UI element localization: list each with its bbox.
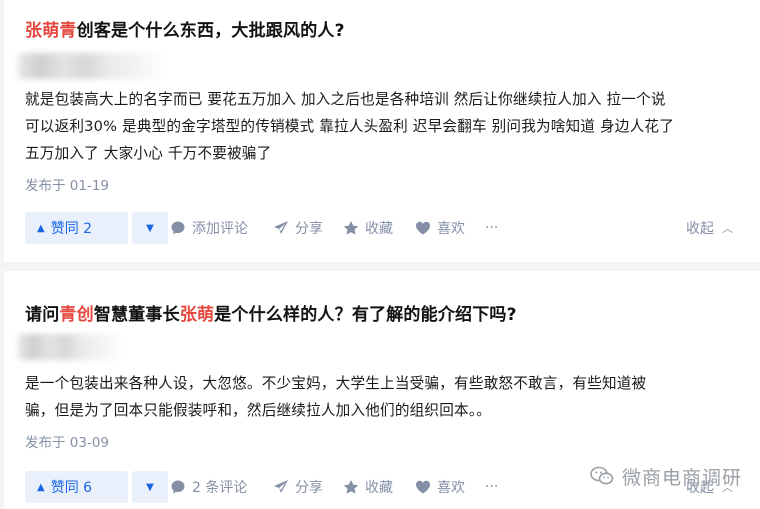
upvote-button[interactable]: ▲ 赞同 2	[25, 212, 128, 244]
content-line: 是一个包装出来各种人设，大忽悠。不少宝妈，大学生上当受骗，有些敢怒不敢言，有些知…	[25, 375, 647, 392]
answer-card: 张萌青创客是个什么东西，大批跟风的人? 就是包装高大上的名字而已 要花五万加入 …	[4, 0, 760, 262]
favorite-label: 收藏	[365, 221, 393, 237]
heart-icon	[415, 479, 431, 495]
like-button[interactable]: 喜欢	[415, 212, 465, 244]
downvote-button[interactable]: ▼	[132, 471, 168, 503]
title-text: 智慧董事长	[93, 305, 180, 325]
more-dots-icon: ···	[485, 479, 499, 495]
triangle-down-icon: ▼	[146, 222, 154, 234]
star-icon	[343, 220, 359, 236]
chevron-up-icon: ︿	[722, 222, 733, 235]
favorite-button[interactable]: 收藏	[343, 471, 393, 503]
title-highlight: 张萌	[179, 305, 215, 325]
blurred-author-info	[18, 53, 168, 79]
paper-plane-icon	[273, 479, 289, 495]
action-bar: ▲ 赞同 2 ▼ 添加评论 分享 收藏 喜欢 ··· 收起 ︿	[25, 212, 745, 244]
blurred-author-info	[18, 334, 123, 360]
share-button[interactable]: 分享	[273, 212, 323, 244]
paper-plane-icon	[273, 220, 289, 236]
answer-content: 就是包装高大上的名字而已 要花五万加入 加入之后也是各种培训 然后让你继续拉人加…	[25, 86, 745, 167]
triangle-down-icon: ▼	[146, 481, 154, 493]
comment-button[interactable]: 2 条评论	[170, 471, 247, 503]
more-button[interactable]: ···	[485, 212, 498, 244]
publish-time[interactable]: 发布于 01-19	[25, 174, 109, 194]
comment-icon	[170, 479, 186, 495]
comment-label: 添加评论	[192, 221, 248, 237]
share-label: 分享	[295, 480, 323, 496]
comment-button[interactable]: 添加评论	[170, 212, 248, 244]
title-text: 是个什么样的人？有了解的能介绍下吗?	[214, 305, 517, 325]
watermark-text: 微商电商调研	[622, 466, 743, 489]
more-dots-icon: ···	[485, 220, 499, 236]
title-highlight: 张萌青	[25, 21, 77, 41]
question-title[interactable]: 张萌青创客是个什么东西，大批跟风的人?	[25, 16, 345, 41]
content-line: 骗，但是为了回本只能假装呼和，然后继续拉人加入他们的组织回本。。	[25, 402, 492, 419]
like-label: 喜欢	[437, 221, 465, 237]
favorite-button[interactable]: 收藏	[343, 212, 393, 244]
more-button[interactable]: ···	[485, 471, 498, 503]
share-button[interactable]: 分享	[273, 471, 323, 503]
star-icon	[343, 479, 359, 495]
content-line: 就是包装高大上的名字而已 要花五万加入 加入之后也是各种培训 然后让你继续拉人加…	[25, 91, 666, 108]
answer-content: 是一个包装出来各种人设，大忽悠。不少宝妈，大学生上当受骗，有些敢怒不敢言，有些知…	[25, 370, 745, 424]
title-highlight: 青创	[59, 305, 94, 325]
upvote-label: 赞同 2	[50, 221, 93, 237]
comment-icon	[170, 220, 186, 236]
comment-label: 2 条评论	[192, 480, 248, 496]
triangle-up-icon: ▲	[37, 481, 45, 493]
title-text: 创客是个什么东西，大批跟风的人?	[76, 21, 345, 41]
collapse-button[interactable]: 收起 ︿	[686, 212, 733, 244]
content-line: 五万加入了 大家小心 千万不要被骗了	[25, 145, 272, 162]
upvote-label: 赞同 6	[50, 480, 93, 496]
question-title[interactable]: 请问青创智慧董事长张萌是个什么样的人？有了解的能介绍下吗?	[25, 300, 517, 325]
content-line: 可以返利30% 是典型的金字塔型的传销模式 靠拉人头盈利 迟早会翻车 别问我为啥…	[25, 118, 674, 135]
publish-time[interactable]: 发布于 03-09	[25, 431, 109, 451]
downvote-button[interactable]: ▼	[132, 212, 168, 244]
upvote-button[interactable]: ▲ 赞同 6	[25, 471, 128, 503]
triangle-up-icon: ▲	[37, 222, 45, 234]
favorite-label: 收藏	[365, 480, 393, 496]
collapse-label: 收起	[686, 221, 714, 237]
like-button[interactable]: 喜欢	[415, 471, 465, 503]
share-label: 分享	[295, 221, 323, 237]
heart-icon	[415, 220, 431, 236]
like-label: 喜欢	[437, 480, 465, 496]
title-text: 请问	[25, 305, 60, 325]
wechat-icon	[590, 466, 614, 486]
watermark: 微商电商调研	[590, 462, 742, 490]
